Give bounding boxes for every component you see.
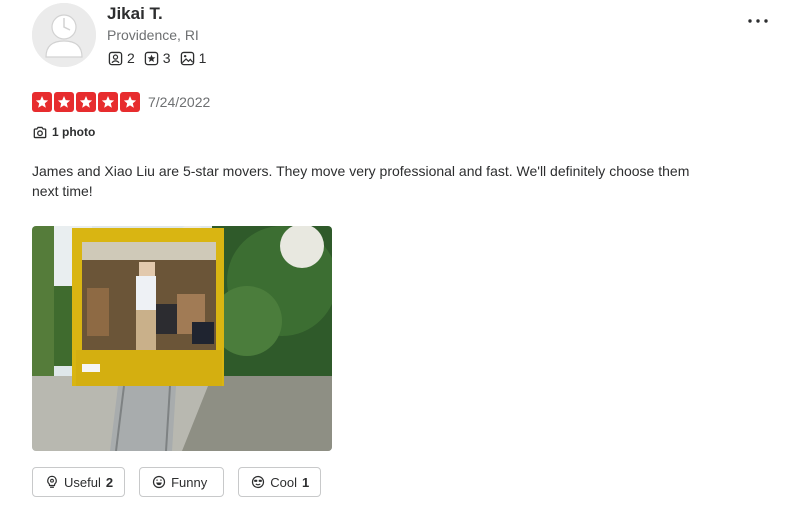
star-icon — [120, 92, 140, 112]
cool-button[interactable]: Cool 1 — [238, 467, 322, 497]
star-icon — [54, 92, 74, 112]
photos-stat: 1 — [180, 50, 207, 66]
reviews-count: 3 — [162, 50, 171, 66]
camera-icon — [33, 126, 47, 138]
friends-icon — [108, 51, 123, 65]
review-actions: Useful 2 Funny Cool 1 — [32, 467, 322, 497]
more-options-icon — [748, 19, 768, 23]
useful-label: Useful — [64, 474, 101, 490]
reviewer-stats: 2 3 1 — [108, 50, 206, 66]
default-avatar-icon — [32, 3, 96, 67]
useful-button[interactable]: Useful 2 — [32, 467, 126, 497]
reviews-stat: 3 — [144, 50, 171, 66]
photos-icon — [180, 51, 194, 65]
more-options-button[interactable] — [745, 10, 771, 32]
review-date: 7/24/2022 — [148, 94, 211, 110]
funny-face-icon — [152, 475, 166, 489]
moving-truck-photo — [32, 226, 332, 451]
friends-count: 2 — [127, 50, 135, 66]
star-rating — [32, 92, 140, 112]
friends-stat: 2 — [108, 50, 135, 66]
reviewer-location: Providence, RI — [107, 27, 199, 43]
cool-face-icon — [252, 475, 265, 489]
star-icon — [98, 92, 118, 112]
lightbulb-icon — [47, 475, 57, 488]
photos-count: 1 — [198, 50, 207, 66]
funny-label: Funny — [171, 474, 208, 490]
reviewer-name[interactable]: Jikai T. — [107, 4, 163, 24]
funny-button[interactable]: Funny — [139, 467, 225, 497]
photo-count-label: 1 photo — [52, 125, 96, 139]
cool-label: Cool — [270, 474, 297, 490]
star-icon — [76, 92, 96, 112]
reviews-icon — [144, 51, 159, 65]
useful-count: 2 — [105, 474, 114, 490]
avatar[interactable] — [32, 3, 96, 67]
photo-count-link[interactable]: 1 photo — [33, 125, 95, 139]
cool-count: 1 — [301, 474, 310, 490]
review-text: James and Xiao Liu are 5-star movers. Th… — [32, 163, 690, 199]
review-photo[interactable] — [32, 226, 332, 451]
star-icon — [32, 92, 52, 112]
